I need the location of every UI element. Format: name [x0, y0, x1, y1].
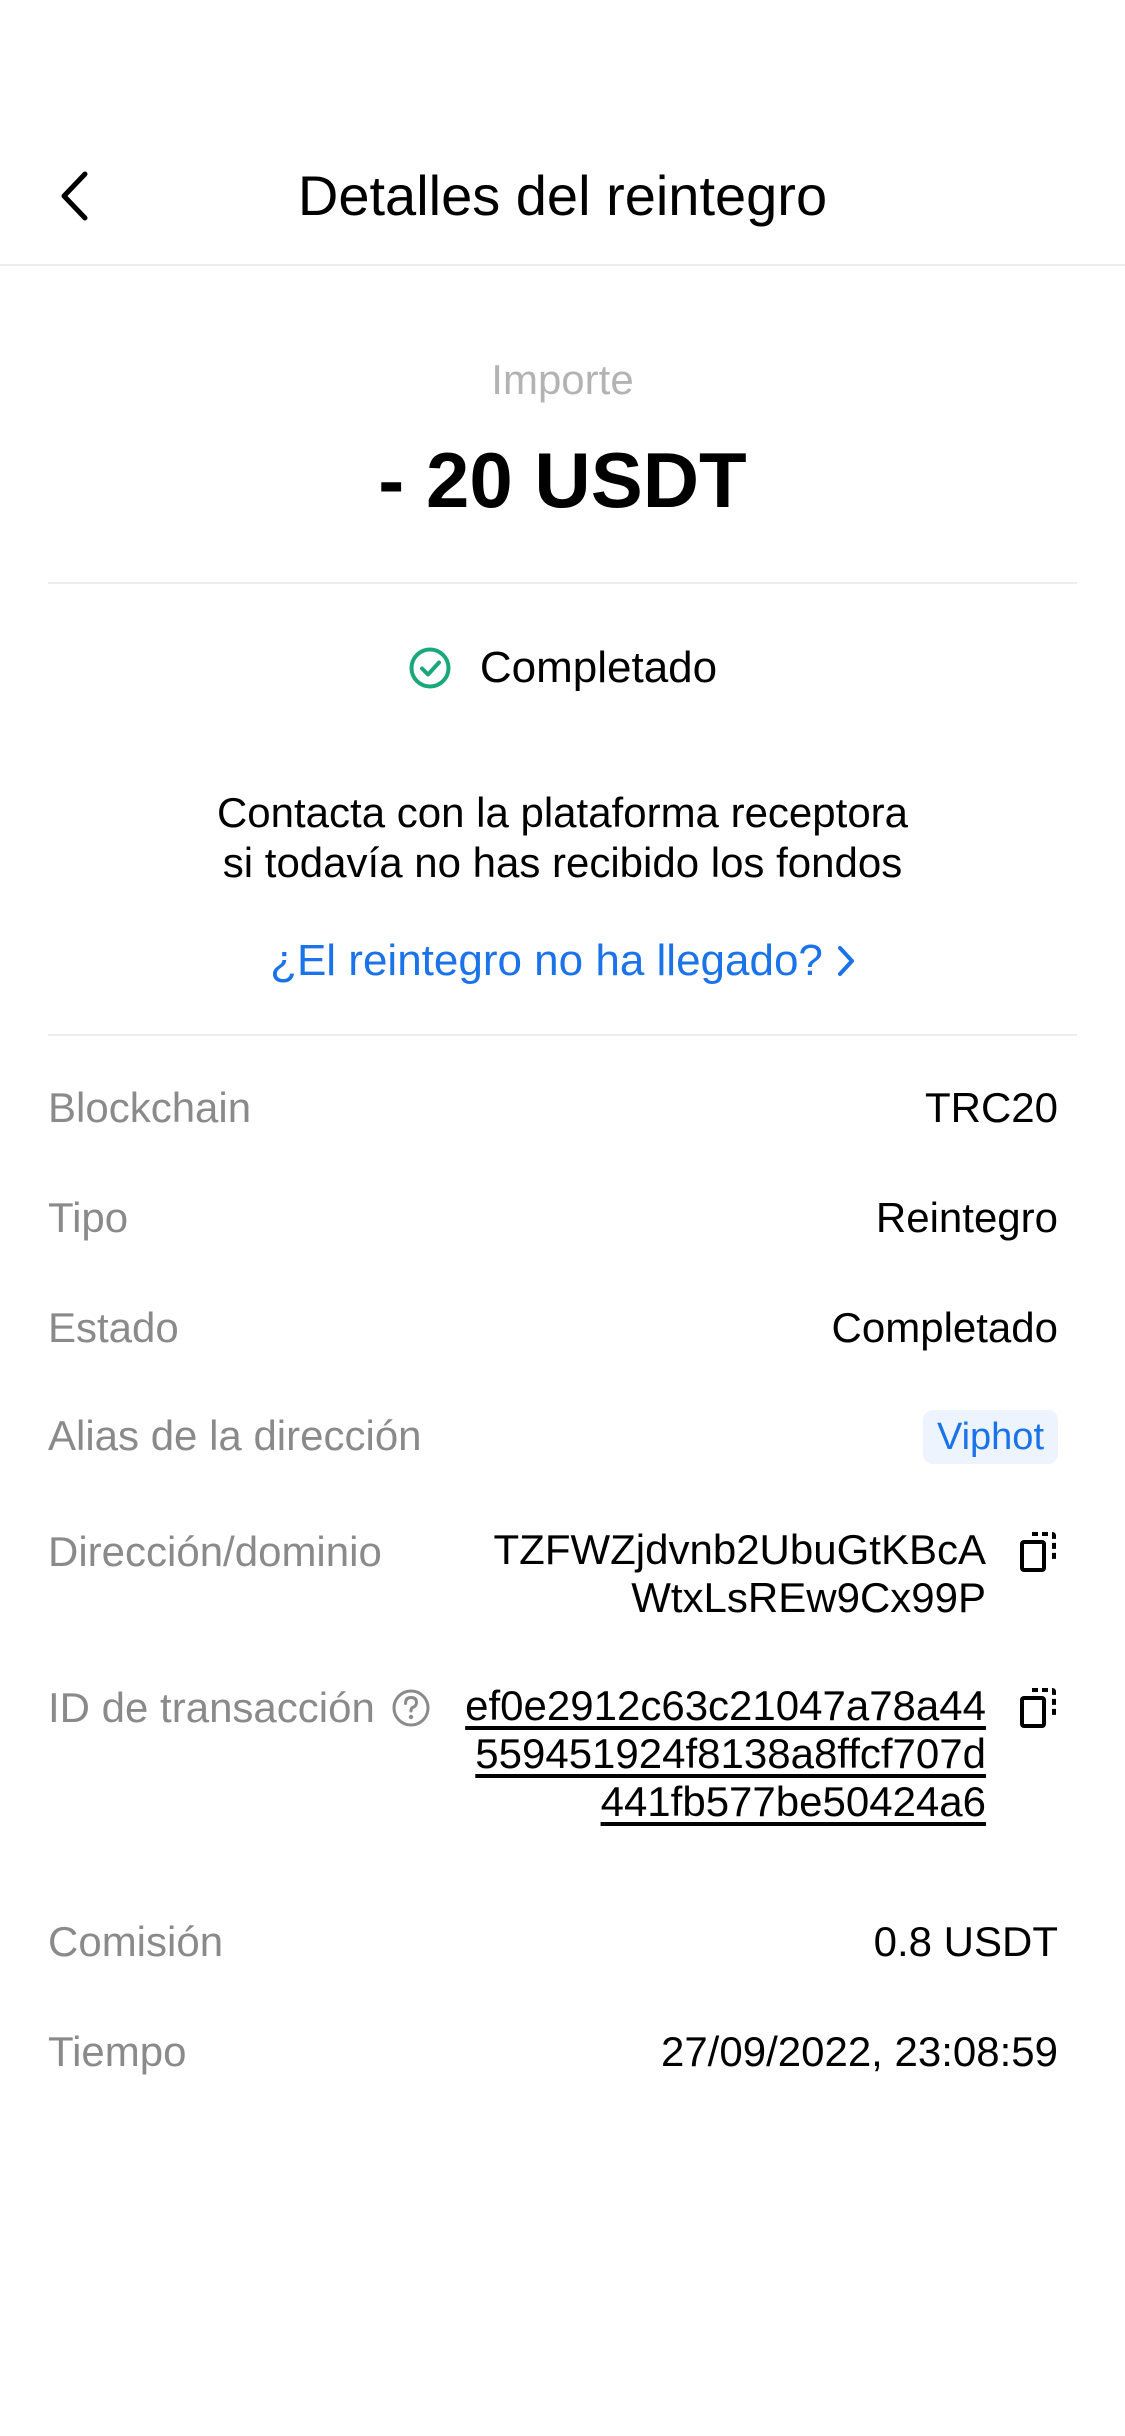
detail-row-tiempo: Tiempo 27/09/2022, 23:08:59: [48, 2026, 1058, 2078]
detail-row-blockchain: Blockchain TRC20: [48, 1082, 1058, 1134]
check-circle-icon: [409, 647, 451, 689]
status-text: Completado: [479, 643, 718, 692]
detail-row-estado: Estado Completado: [48, 1302, 1058, 1354]
detail-value: 27/09/2022, 23:08:59: [660, 2028, 1058, 2075]
detail-label: Tiempo: [48, 2028, 187, 2075]
detail-label: Dirección/dominio: [48, 1528, 382, 1575]
detail-row-alias: Alias de la dirección Viphot: [48, 1410, 1058, 1464]
detail-label: Comisión: [48, 1918, 224, 1965]
address-value-group: TZFWZjdvnb2UbuGtKBcA WtxLsREw9Cx99P: [494, 1526, 1058, 1622]
txid-line: 559451924f8138a8ffcf707d: [475, 1730, 986, 1777]
address-line: WtxLsREw9Cx99P: [631, 1574, 986, 1621]
detail-row-tipo: Tipo Reintegro: [48, 1192, 1058, 1244]
txid-value-group: ef0e2912c63c21047a78a44 559451924f8138a8…: [465, 1682, 1058, 1826]
top-nav-bar: Detalles del reintegro: [0, 0, 1125, 266]
notice-text: Contacta con la plataforma receptora si …: [0, 788, 1125, 888]
detail-label: Alias de la dirección: [48, 1412, 422, 1459]
detail-value: TRC20: [924, 1084, 1058, 1131]
notice-line: si todavía no has recibido los fondos: [222, 839, 903, 886]
detail-value: 0.8 USDT: [873, 1918, 1058, 1965]
detail-row-comision: Comisión 0.8 USDT: [48, 1916, 1058, 1968]
address-alias-badge: Viphot: [922, 1410, 1058, 1464]
notice-line: Contacta con la plataforma receptora: [216, 789, 909, 836]
txid-line: ef0e2912c63c21047a78a44: [465, 1682, 986, 1729]
amount-value: - 20 USDT: [378, 436, 747, 524]
detail-label: Blockchain: [48, 1084, 252, 1131]
detail-row-txid: ID de transacción ef0e2912c63c21047a78a4…: [48, 1682, 1058, 1826]
chevron-right-icon: [837, 946, 854, 976]
amount-label: Importe: [491, 356, 634, 403]
page-title: Detalles del reintegro: [297, 164, 828, 227]
detail-row-direccion: Dirección/dominio TZFWZjdvnb2UbuGtKBcA W…: [48, 1526, 1058, 1622]
divider: [48, 1034, 1077, 1036]
status-indicator: Completado: [0, 640, 1125, 696]
copy-icon[interactable]: [1018, 1686, 1058, 1730]
divider: [48, 582, 1077, 584]
txid-line: 441fb577be50424a6: [600, 1778, 986, 1825]
withdrawal-not-arrived-link[interactable]: ¿El reintegro no ha llegado?: [0, 932, 1125, 990]
address-line: TZFWZjdvnb2UbuGtKBcA: [493, 1526, 986, 1573]
txid-label-text: ID de transacción: [48, 1684, 375, 1731]
address-value: TZFWZjdvnb2UbuGtKBcA WtxLsREw9Cx99P: [494, 1526, 986, 1622]
detail-value: Completado: [831, 1304, 1058, 1351]
help-link-text: ¿El reintegro no ha llegado?: [270, 936, 823, 985]
detail-label: Estado: [48, 1304, 179, 1351]
transaction-id-link[interactable]: ef0e2912c63c21047a78a44 559451924f8138a8…: [465, 1682, 986, 1826]
detail-value: Reintegro: [875, 1194, 1058, 1241]
detail-label: ID de transacción: [48, 1682, 431, 1734]
question-circle-icon[interactable]: [391, 1688, 431, 1728]
copy-icon[interactable]: [1018, 1530, 1058, 1574]
detail-label: Tipo: [48, 1194, 129, 1241]
